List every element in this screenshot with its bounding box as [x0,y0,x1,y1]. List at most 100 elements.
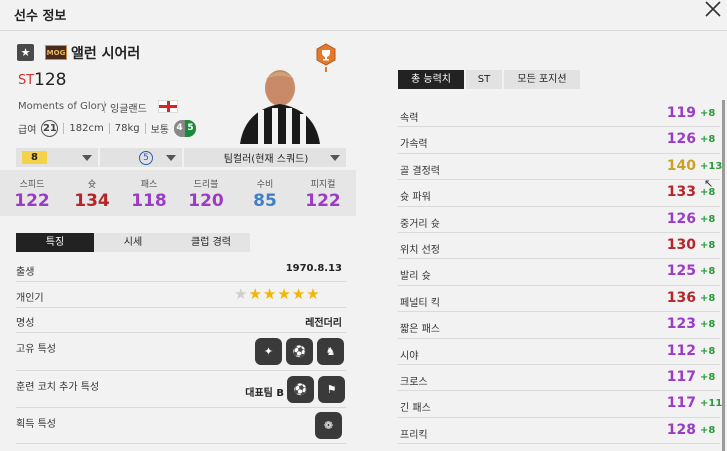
summary-stat-label: 패스 [140,180,158,190]
chevron-down-icon [82,154,92,161]
height: 182cm [69,123,104,134]
country-name: 잉글랜드 [110,104,147,115]
summary-stat-value: 118 [131,191,167,211]
close-icon[interactable] [704,0,722,18]
coach-traits: ⚽ ⚑ [287,376,345,403]
coach-trait-value: 대표팀 B [245,388,284,399]
summary-stat: 슛 134 [67,177,117,211]
summary-stat-value: 85 [253,191,277,211]
stat-row: 가속력 126 +8 [398,127,720,154]
stat-value: 126 [666,131,696,148]
scrollbar[interactable] [722,100,725,451]
stat-bonus: +8 [700,134,716,146]
stat-row: 프리킥 128 +8 [398,418,720,445]
summary-stat-value: 120 [188,191,224,211]
trait-icon[interactable]: ⚽ [286,338,313,365]
trait-icon[interactable]: ♞ [317,338,344,365]
coach-trait-label: 훈련 코치 추가 특성 [16,382,100,393]
stat-value: 117 [666,369,696,385]
star-icon: ★ [262,285,277,303]
divider [0,30,727,31]
stat-value: 130 [666,237,696,253]
stat-tabs: 총 능력치 ST 모든 포지션 [398,70,580,89]
trait-icon[interactable]: ✦ [255,338,282,365]
star-icon: ★ [306,285,320,303]
birth-value: 1970.8.13 [285,263,342,274]
summary-stat-label: 슛 [87,180,97,190]
chemistry-selector[interactable]: 5 [100,148,182,167]
stat-label: 긴 패스 [400,403,431,415]
summary-stat: 수비 85 [240,177,290,211]
enhance-level: 8 [22,151,47,164]
stat-bonus: +8 [700,266,716,278]
unique-traits: ✦ ⚽ ♞ [255,338,344,365]
stat-bonus: +11 [700,398,723,410]
stat-row: 시야 112 +8 [398,339,720,365]
tab-features[interactable]: 특징 [16,233,94,252]
player-position: ST [18,73,35,88]
info-row [16,308,346,333]
player-name: 앨런 시어러 [71,46,141,62]
stat-value: 119 [666,105,696,121]
acquired-trait-label: 획득 특성 [16,419,56,430]
detail-tabs: 특징 시세 클럽 경력 [16,233,250,252]
summary-stat: 드리블 120 [181,177,231,211]
stat-value: 140 [666,157,696,174]
stat-label: 짧은 패스 [400,324,440,336]
tab-club-career[interactable]: 클럽 경력 [172,233,250,252]
tab-st[interactable]: ST [466,70,502,89]
stat-label: 중거리 슛 [400,218,440,230]
summary-stat: 패스 118 [124,177,174,211]
trait-icon[interactable]: ❁ [315,412,342,439]
stat-row: 위치 선정 130 +8 [398,233,720,260]
stat-value: 133 [666,184,696,201]
stat-bonus: +8 [700,292,716,304]
tab-price[interactable]: 시세 [94,233,172,252]
fame-value: 레전더리 [305,318,342,329]
stat-label: 속력 [400,113,419,124]
level-selector[interactable]: 8 [16,148,98,167]
stat-row: 긴 패스 117 +11 [398,391,723,418]
chemistry-value: 5 [139,150,153,165]
stat-row: 짧은 패스 123 +8 [398,312,720,339]
body-type: 보통 [150,125,170,136]
stat-row: 발리 슛 125 +8 [398,259,720,286]
stat-bonus: +8 [700,424,716,436]
stat-bonus: +8 [700,372,716,383]
summary-stat-label: 스피드 [19,180,45,190]
favorite-star-icon[interactable]: ★ [17,44,34,61]
summary-stat-label: 피지컬 [310,180,336,190]
summary-stat-label: 드리블 [193,180,219,190]
stat-bonus: +8 [700,240,716,251]
fame-label: 명성 [16,318,35,329]
tab-total-stats[interactable]: 총 능력치 [398,70,464,89]
weight: 78kg [114,123,140,134]
stat-row: 속력 119 +8 [398,101,720,128]
stat-row: 크로스 117 +8 [398,365,720,392]
tab-all-positions[interactable]: 모든 포지션 [504,70,580,89]
divider [104,101,105,113]
trait-icon[interactable]: ⚽ [287,376,314,403]
stat-label: 크로스 [400,377,428,388]
stat-label: 시야 [400,350,419,362]
stat-row: 골 결정력 140 +13 [398,154,722,181]
unique-trait-label: 고유 특성 [16,344,56,355]
stat-value: 117 [666,395,696,412]
stat-value: 125 [666,263,696,280]
stat-bonus: +8 [700,213,716,225]
star-icon: ★ [248,285,262,303]
stat-bonus: +8 [700,108,716,119]
summary-stat: 스피드 122 [7,177,57,211]
stat-row: 중거리 슛 126 +8 [398,207,720,233]
star-icon: ★ [277,285,291,303]
acquired-traits: ❁ [315,412,342,439]
trait-icon[interactable]: ⚑ [318,376,345,403]
stat-label: 프리킥 [400,429,428,441]
team-color-selector[interactable]: 팀컬러(현재 스쿼드) [184,148,346,167]
stat-label: 위치 선정 [400,245,440,256]
stat-value: 136 [666,289,696,306]
summary-stat-value: 122 [14,191,50,211]
chevron-down-icon [166,154,176,161]
stat-value: 112 [666,342,696,359]
popularity-label: 개인기 [16,293,44,304]
